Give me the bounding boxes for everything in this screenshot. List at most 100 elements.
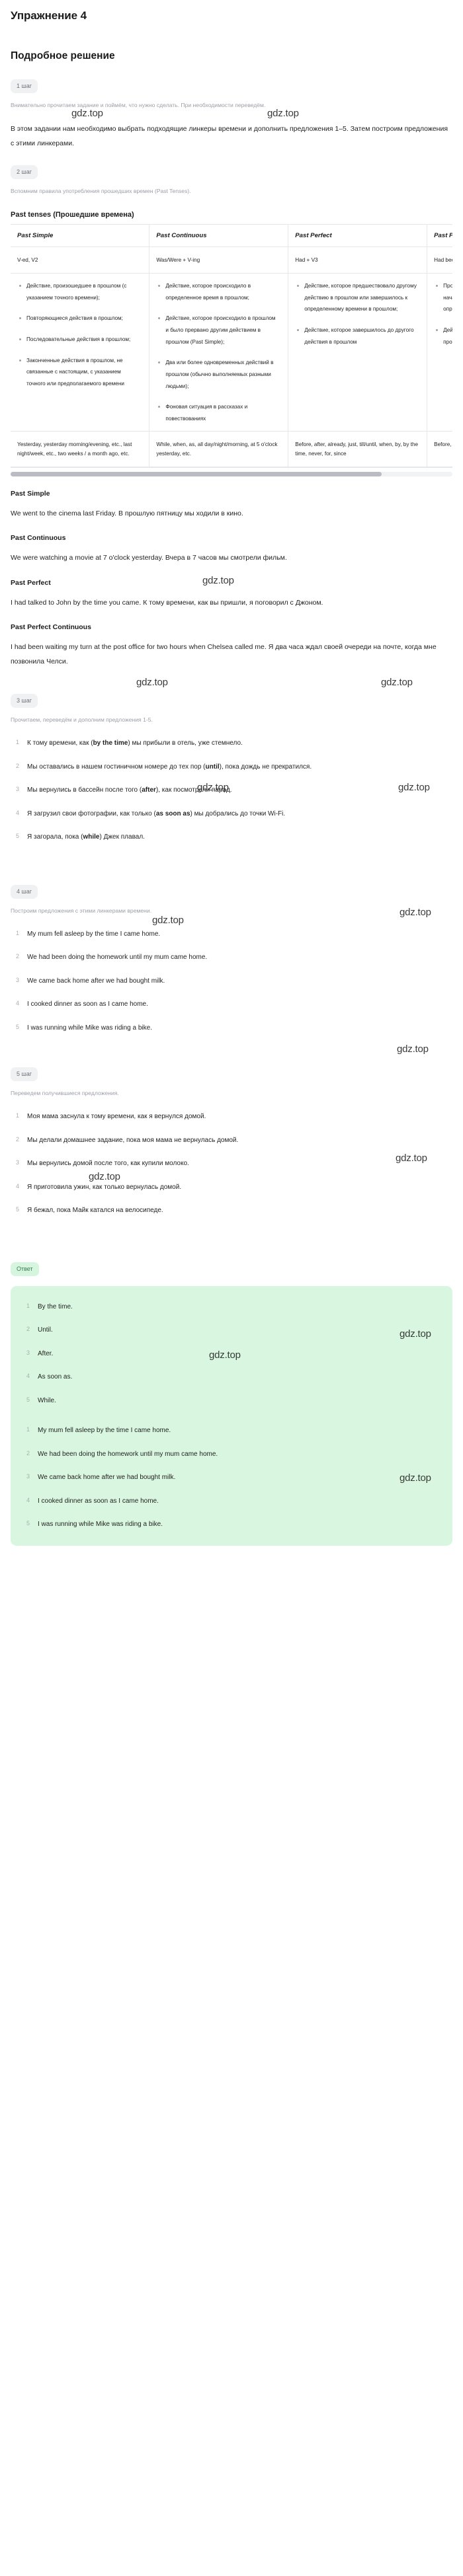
usage-past-perfect-continuous: Продолжительное действие, которое начало… [427,273,452,432]
markers-past-perfect: Before, after, already, just, till/until… [288,431,428,467]
list-item: We came back home after we had bought mi… [26,1471,176,1482]
list-item: I cooked dinner as soon as I came home. [26,1495,159,1506]
step5-list: Моя мама заснула к тому времени, как я в… [11,1110,452,1217]
solution-heading: Подробное решение [11,50,115,61]
list-item: My mum fell asleep by the time I came ho… [16,928,161,939]
answer-linkers-group: By the time. Until. After. As soon as. W… [21,1301,442,1408]
linker-bold: until [205,763,220,771]
item-pre: Мы оставались в нашем гостиничном номере… [27,763,206,771]
formula-past-perfect-continuous: Had been + V-ing [427,246,452,274]
linker-bold: by the time [93,739,128,747]
solution-page: Упражнение 4 Подробное решение 1 шаг Вни… [0,0,463,1566]
list-item: As soon as. [26,1371,73,1382]
list-item: Я приготовила ужин, как только вернулась… [16,1181,182,1192]
usage-past-simple: Действие, произошедшее в прошлом (с указ… [11,273,150,432]
answer-linkers-list: By the time. Until. After. As soon as. W… [21,1301,442,1408]
item-pre: Я загорала, пока ( [27,833,83,841]
list-item: Я загорала, пока (while) Джек плавал. [16,831,452,844]
item-pre: Мы вернулись в бассейн после того ( [27,786,142,794]
step4-intro: Построим предложения с этими линкерами в… [11,907,152,914]
list-item: К тому времени, как (by the time) мы при… [16,737,452,750]
watermark: gdz.top [136,677,168,689]
markers-past-continuous: While, when, as, all day/night/morning, … [149,431,289,467]
answer-box: gdz.top gdz.top gdz.top By the time. Unt… [11,1285,452,1546]
column-header-past-continuous: Past Continuous [149,225,289,248]
step-badge-4: 4 шаг [11,884,38,899]
list-item: I cooked dinner as soon as I came home. [16,998,148,1009]
step-badge-3: 3 шаг [11,694,38,708]
step-badge-1: 1 шаг [11,79,38,93]
step3-intro: Прочитаем, переведём и дополним предложе… [11,716,153,724]
tense-example-past-perfect-continuous: Past Perfect Continuous I had been waiti… [11,623,452,669]
tense-name: Past Simple [11,489,50,498]
tense-sentence: We went to the cinema last Friday. В про… [11,509,243,517]
list-item: We had been doing the homework until my … [16,951,208,962]
watermark: gdz.top [397,1043,429,1055]
list-item: Мы оставались в нашем гостиничном номере… [16,761,452,774]
tense-sentence: I had been waiting my turn at the post o… [11,643,437,665]
step5-intro: Переведем получившиеся предложения. [11,1090,119,1097]
list-item: My mum fell asleep by the time I came ho… [26,1424,171,1435]
watermark: gdz.top [381,677,413,689]
item-post: ) мы добрались до точки Wi-Fi. [190,810,286,817]
list-item: Мы вернулись домой после того, как купил… [16,1157,189,1168]
tense-name: Past Perfect [11,578,51,587]
usage-list: Действие, которое происходило в определе… [156,280,280,424]
tense-example-past-continuous: Past Continuous We were watching a movie… [11,534,452,566]
column-header-past-perfect-continuous: Past Perfect Continuous [427,225,452,248]
list-item: While. [26,1394,56,1406]
item-post: ), как посмотрели парад. [155,786,232,794]
list-item: We had been doing the homework until my … [26,1448,218,1459]
list-item: Повторяющиеся действия в прошлом; [19,313,141,324]
column-header-past-perfect: Past Perfect [288,225,428,248]
list-item: Действие, которое предшествовало другому… [297,280,419,315]
list-item: Действие, результат которого виден в про… [436,324,452,348]
list-item: Два или более одновременных действий в п… [158,357,280,392]
list-item: After. [26,1347,54,1359]
step1-intro: Внимательно прочитаем задание и поймём, … [11,102,266,108]
table-row-usage: Действие, произошедшее в прошлом (с указ… [11,273,452,432]
list-item: Действие, которое происходило в определе… [158,280,280,303]
item-post: ), пока дождь не прекратился. [219,763,312,771]
list-item: Мы вернулись в бассейн после того (after… [16,784,452,797]
answer-badge: Ответ [11,1262,39,1276]
list-item: We came back home after we had bought mi… [16,975,165,986]
formula-past-continuous: Was/Were + V-ing [149,246,289,274]
usage-past-continuous: Действие, которое происходило в определе… [149,273,289,432]
tense-name: Past Continuous [11,534,66,543]
horizontal-scrollbar[interactable] [11,471,452,476]
list-item: Действие, которое происходило в прошлом … [158,313,280,348]
linker-bold: as soon as [155,810,190,817]
page-title: Упражнение 4 [11,9,87,22]
tense-example-past-simple: Past Simple We went to the cinema last F… [11,490,452,521]
list-item: Действие, которое завершилось до другого… [297,324,419,348]
list-item: Мы делали домашнее задание, пока моя мам… [16,1134,239,1145]
table-row-markers: Yesterday, yesterday morning/evening, et… [11,431,452,467]
list-item: Фоновая ситуация в рассказах и повествов… [158,401,280,424]
item-post: ) Джек плавал. [99,833,145,841]
list-item: Until. [26,1324,53,1335]
table-row-formulas: V-ed, V2 Was/Were + V-ing Had + V3 Had b… [11,246,452,274]
tenses-table-scroll-container[interactable]: Past Simple Past Continuous Past Perfect… [11,224,452,468]
usage-list: Продолжительное действие, которое начало… [434,280,452,348]
tense-name: Past Perfect Continuous [11,623,91,632]
usage-list: Действие, произошедшее в прошлом (с указ… [17,280,141,389]
answer-sentences-list: My mum fell asleep by the time I came ho… [21,1424,442,1531]
step1-body: В этом задании нам необходимо выбрать по… [11,125,448,147]
scrollbar-thumb[interactable] [11,471,382,476]
list-item: Последовательные действия в прошлом; [19,334,141,346]
list-item: I was running while Mike was riding a bi… [26,1518,163,1529]
list-item: By the time. [26,1301,73,1312]
item-pre: К тому времени, как ( [27,739,93,747]
list-item: Моя мама заснула к тому времени, как я в… [16,1110,206,1121]
list-item: Действие, произошедшее в прошлом (с указ… [19,280,141,303]
usage-list: Действие, которое предшествовало другому… [295,280,419,348]
tense-sentence: I had talked to John by the time you cam… [11,598,323,607]
step4-list: My mum fell asleep by the time I came ho… [11,928,452,1035]
linker-bold: after [142,786,156,794]
tenses-table: Past Simple Past Continuous Past Perfect… [11,225,452,467]
list-item: Я загрузил свои фотографии, как только (… [16,808,452,821]
markers-past-simple: Yesterday, yesterday morning/evening, et… [11,431,150,467]
answer-sentences-group: My mum fell asleep by the time I came ho… [21,1424,442,1531]
watermark: gdz.top [152,914,184,926]
